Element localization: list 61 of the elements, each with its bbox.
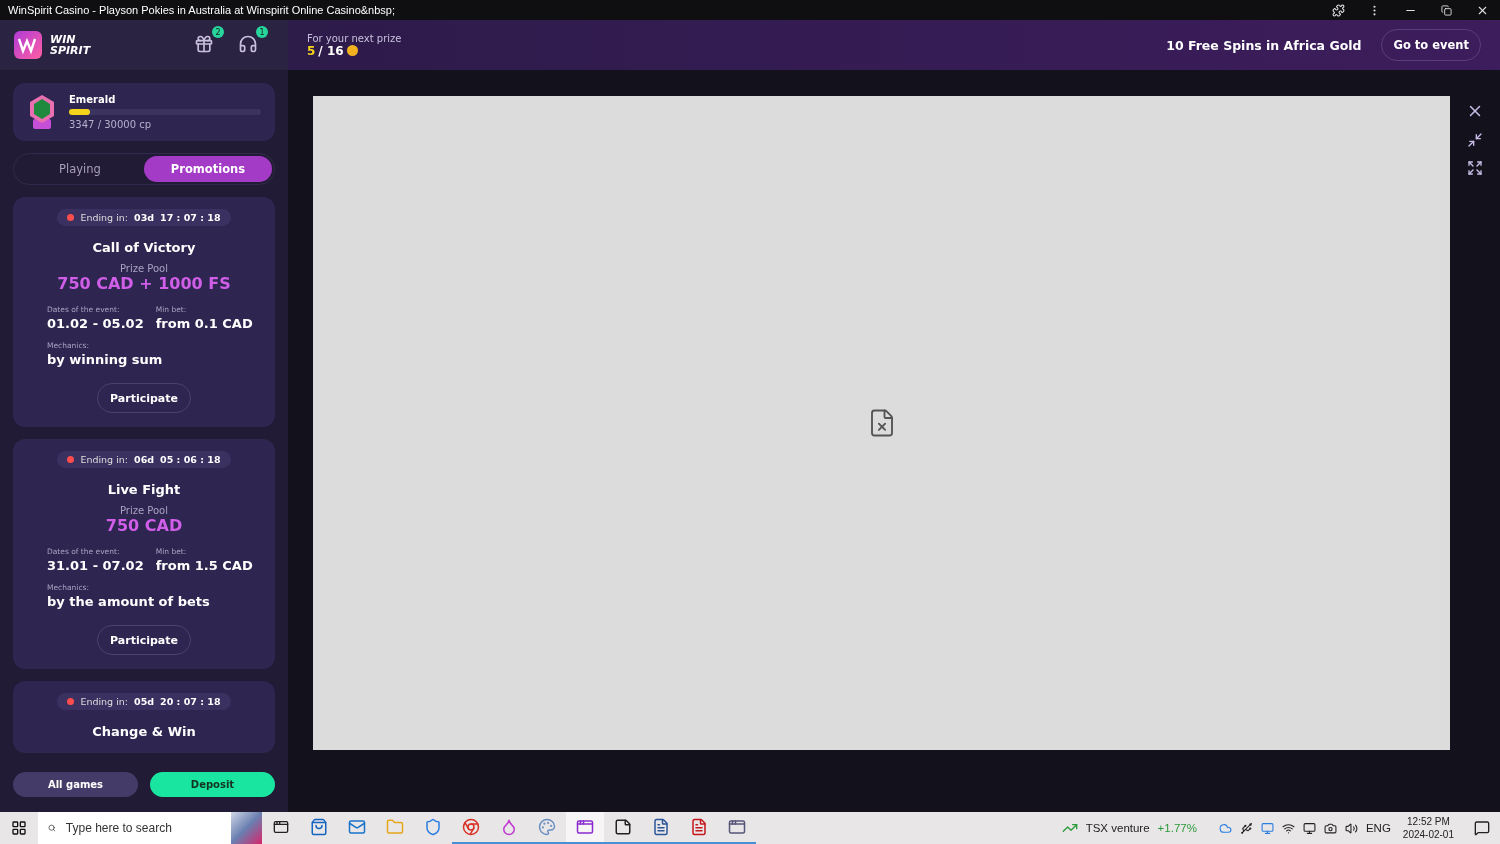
promotion-title: Call of Victory <box>92 240 196 255</box>
mechanics-value: by the amount of bets <box>47 594 211 609</box>
tab[interactable]: Playing <box>16 156 144 182</box>
timer-days: 06d <box>134 454 155 465</box>
prize-amount: 750 CAD <box>105 516 183 535</box>
prize-amount: 750 CAD + 1000 FS <box>57 274 231 293</box>
camera-icon[interactable] <box>1323 821 1337 835</box>
mechanics-value: by winning sum <box>47 352 164 367</box>
count-badge: 2 <box>212 26 224 38</box>
timer-label: Ending in: <box>80 454 129 465</box>
logo-text: SPIRIT <box>50 45 92 56</box>
status-dot <box>67 456 75 463</box>
cloud-icon[interactable] <box>1218 821 1232 835</box>
fullscreen-icon[interactable] <box>1467 160 1483 176</box>
wifi-icon[interactable] <box>1281 821 1295 835</box>
clock-date: 2024-02-01 <box>1402 828 1454 841</box>
timer-label: Ending in: <box>80 696 129 707</box>
prize-label: Prize Pool <box>120 263 168 274</box>
tab[interactable]: Promotions <box>144 156 272 182</box>
min-bet-value: from 0.1 CAD <box>155 316 253 331</box>
timer-time: 05 : 06 : 18 <box>160 454 221 465</box>
stock-change: +1.77% <box>1157 822 1197 834</box>
language-indicator[interactable]: ENG <box>1365 822 1391 834</box>
prize-progress-label: For your next prize <box>307 32 403 44</box>
shrink-icon[interactable] <box>1467 132 1483 148</box>
all-games-button[interactable]: All games <box>13 772 138 797</box>
deposit-button[interactable]: Deposit <box>150 772 275 797</box>
search-input[interactable]: Type here to search <box>63 820 223 836</box>
stock-name: TSX venture <box>1085 822 1150 834</box>
status-dot <box>67 214 75 221</box>
points-text: 3347 / 30000 cp <box>69 119 152 130</box>
emerald-gem-icon <box>27 93 57 131</box>
taskbar-search-field[interactable]: Type here to search <box>38 812 262 844</box>
timer-label: Ending in: <box>80 212 129 223</box>
count-badge: 1 <box>256 26 268 38</box>
tier-name: Emerald <box>69 94 117 105</box>
coin-icon <box>346 45 358 56</box>
promotion-title: Live Fight <box>107 482 181 497</box>
banner-text: 10 Free Spins in Africa Gold <box>1166 37 1362 53</box>
dates-value: 01.02 - 05.02 <box>47 316 144 331</box>
window-title: WinSpirit Casino - Playson Pokies in Australia at Winspirit Online Casino&nbsp; <box>8 4 396 16</box>
prize-progress-total: / 16 <box>318 43 344 58</box>
volume-icon[interactable] <box>1344 821 1358 835</box>
search-highlight-image <box>230 812 262 844</box>
network-icon[interactable] <box>1302 821 1316 835</box>
min-bet-value: from 1.5 CAD <box>155 558 253 573</box>
dates-value: 31.01 - 07.02 <box>47 558 144 573</box>
usb-icon[interactable] <box>1239 821 1253 835</box>
monitor-icon[interactable] <box>1260 821 1274 835</box>
prize-progress-current: 5 <box>307 43 316 58</box>
timer-time: 17 : 07 : 18 <box>160 212 221 223</box>
timer-time: 20 : 07 : 18 <box>160 696 221 707</box>
prize-label: Prize Pool <box>120 505 168 516</box>
timer-days: 03d <box>134 212 155 223</box>
status-dot <box>67 698 75 705</box>
clock-time: 12:52 PM <box>1407 815 1450 828</box>
logo-text: WIN <box>50 34 77 45</box>
timer-days: 05d <box>134 696 155 707</box>
notifications-icon[interactable] <box>1474 820 1490 836</box>
promotion-title: Change & Win <box>92 724 196 739</box>
logo-icon <box>14 31 42 59</box>
